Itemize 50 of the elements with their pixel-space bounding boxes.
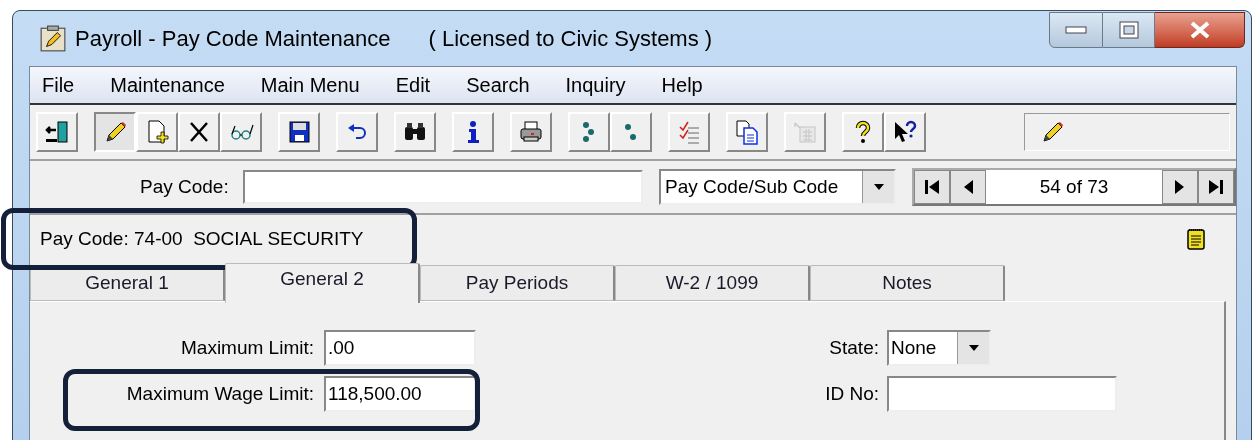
dropdown-value: Pay Code/Sub Code: [664, 174, 840, 199]
menu-item[interactable]: Inquiry: [565, 70, 626, 100]
maximize-icon: [1118, 21, 1139, 39]
license-text: ( Licensed to Civic Systems ): [428, 25, 713, 53]
minimize-icon: [1065, 26, 1087, 34]
toolbar-button[interactable]: [94, 112, 136, 152]
checklist-icon: [676, 119, 702, 145]
input-field[interactable]: .00: [324, 330, 476, 366]
record-position: 54 of 73: [1038, 174, 1110, 199]
tab[interactable]: Notes: [810, 265, 1005, 301]
menu-item[interactable]: Help: [661, 70, 703, 100]
printer-icon: [518, 119, 544, 145]
maximize-button[interactable]: [1103, 12, 1155, 48]
record-header: Pay Code: 74-00 SOCIAL SECURITY: [40, 226, 364, 251]
state-dropdown[interactable]: None: [887, 330, 991, 366]
menu-item[interactable]: Search: [466, 70, 530, 100]
close-icon: [1188, 21, 1211, 39]
menu-item[interactable]: Main Menu: [260, 70, 360, 100]
menu-item[interactable]: File: [42, 70, 75, 100]
first-record-button[interactable]: [914, 170, 950, 204]
last-record-icon: [1207, 178, 1225, 196]
menu-item[interactable]: Edit: [395, 70, 431, 100]
copy-icon: [734, 119, 760, 145]
previous-record-button[interactable]: [950, 170, 986, 204]
close-button[interactable]: [1155, 12, 1245, 48]
field-label: ID No:: [824, 381, 879, 406]
door-icon: [44, 119, 70, 145]
caret-icon: [967, 344, 980, 352]
pointer-help-icon: [892, 119, 918, 145]
dropdown-value: None: [890, 335, 938, 360]
last-record-button[interactable]: [1198, 170, 1234, 204]
minimize-button[interactable]: [1049, 12, 1103, 48]
sort-dropdown[interactable]: Pay Code/Sub Code: [659, 169, 896, 205]
clipboard-icon: [39, 24, 67, 53]
field-label: State:: [828, 335, 879, 360]
first-record-icon: [923, 178, 941, 196]
field-label: Maximum Limit:: [181, 335, 314, 360]
next-record-button[interactable]: [1162, 170, 1198, 204]
menu-item[interactable]: Maintenance: [110, 70, 225, 100]
field-label: Pay Code:: [140, 174, 229, 199]
pay-code-field[interactable]: [242, 170, 644, 204]
input-field[interactable]: 118,500.00: [324, 376, 476, 412]
tab[interactable]: W-2 / 1099: [615, 265, 810, 301]
input-field[interactable]: [887, 376, 1117, 412]
tab[interactable]: General 2: [225, 263, 420, 303]
notepad-icon: [1186, 227, 1206, 251]
caret-icon: [872, 183, 885, 191]
window-title: Payroll - Pay Code Maintenance: [75, 25, 391, 53]
tab[interactable]: Pay Periods: [420, 265, 615, 301]
field-label: Maximum Wage Limit:: [126, 381, 314, 406]
